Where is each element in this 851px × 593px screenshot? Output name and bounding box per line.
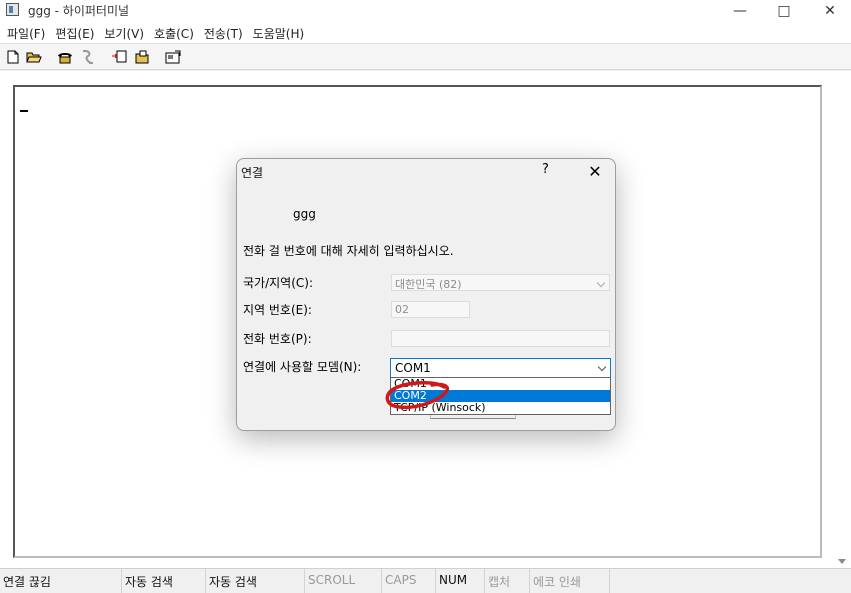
area-code-value: 02: [395, 303, 409, 316]
instruction-text: 전화 걸 번호에 대해 자세히 입력하십시오.: [243, 244, 454, 258]
phone-number-field[interactable]: [391, 330, 610, 347]
menu-edit[interactable]: 편집(E): [50, 22, 99, 43]
modem-value: COM1: [395, 361, 431, 375]
receive-icon[interactable]: [133, 49, 151, 65]
chevron-down-icon: [596, 278, 606, 288]
chevron-down-icon[interactable]: [597, 362, 607, 372]
help-button[interactable]: ?: [542, 162, 549, 177]
modem-option-tcpip[interactable]: TCP/IP (Winsock): [391, 402, 610, 414]
new-icon[interactable]: [4, 49, 22, 65]
menu-bar: 파일(F) 편집(E) 보기(V) 호출(C) 전송(T) 도움말(H): [0, 22, 851, 43]
title-bar: ggg - 하이퍼터미널 — □ ✕: [0, 0, 851, 22]
toolbar: [0, 43, 851, 70]
maximize-button[interactable]: □: [761, 0, 807, 22]
minimize-button[interactable]: —: [717, 0, 763, 22]
open-icon[interactable]: [25, 49, 43, 65]
status-detect-1: 자동 검색: [122, 569, 206, 593]
hyperterminal-window: ggg - 하이퍼터미널 — □ ✕ 파일(F) 편집(E) 보기(V) 호출(…: [0, 0, 851, 593]
status-bar: 연결 끊김 자동 검색 자동 검색 SCROLL CAPS NUM 캡처 에코 …: [0, 568, 851, 593]
dial-icon[interactable]: [56, 49, 74, 65]
country-label: 국가/지역(C):: [243, 276, 313, 290]
close-button[interactable]: ✕: [807, 0, 851, 22]
text-cursor: [20, 110, 28, 112]
dialog-close-icon[interactable]: ✕: [580, 161, 610, 181]
properties-icon[interactable]: [164, 49, 182, 65]
modem-label: 연결에 사용할 모뎀(N):: [243, 360, 362, 374]
modem-select[interactable]: COM1: [390, 358, 611, 378]
disconnect-icon[interactable]: [79, 49, 97, 65]
phone-number-label: 전화 번호(P):: [243, 332, 312, 346]
send-icon[interactable]: [110, 49, 128, 65]
status-detect-2: 자동 검색: [206, 569, 305, 593]
status-capture: 캡처: [485, 569, 530, 593]
menu-call[interactable]: 호출(C): [149, 22, 199, 43]
menu-view[interactable]: 보기(V): [99, 22, 149, 43]
area-code-field[interactable]: 02: [391, 301, 470, 318]
area-code-label: 지역 번호(E):: [243, 303, 312, 317]
status-caps: CAPS: [382, 569, 436, 593]
connection-name: ggg: [293, 207, 316, 221]
modem-dropdown-list: COM1 COM2 TCP/IP (Winsock): [390, 377, 611, 415]
vertical-scrollbar[interactable]: [834, 71, 851, 568]
country-value: 대한민국 (82): [395, 278, 462, 291]
menu-help[interactable]: 도움말(H): [248, 22, 310, 43]
status-scroll: SCROLL: [305, 569, 382, 593]
app-icon: [6, 3, 19, 16]
country-select[interactable]: 대한민국 (82): [391, 274, 610, 291]
menu-transfer[interactable]: 전송(T): [199, 22, 248, 43]
dialog-title: 연결: [241, 166, 264, 180]
status-num: NUM: [436, 569, 485, 593]
menu-file[interactable]: 파일(F): [2, 22, 50, 43]
status-connection: 연결 끊김: [0, 569, 122, 593]
scroll-down-icon[interactable]: [838, 559, 846, 564]
status-echo: 에코 인쇄: [530, 569, 610, 593]
window-title: ggg - 하이퍼터미널: [28, 4, 130, 18]
